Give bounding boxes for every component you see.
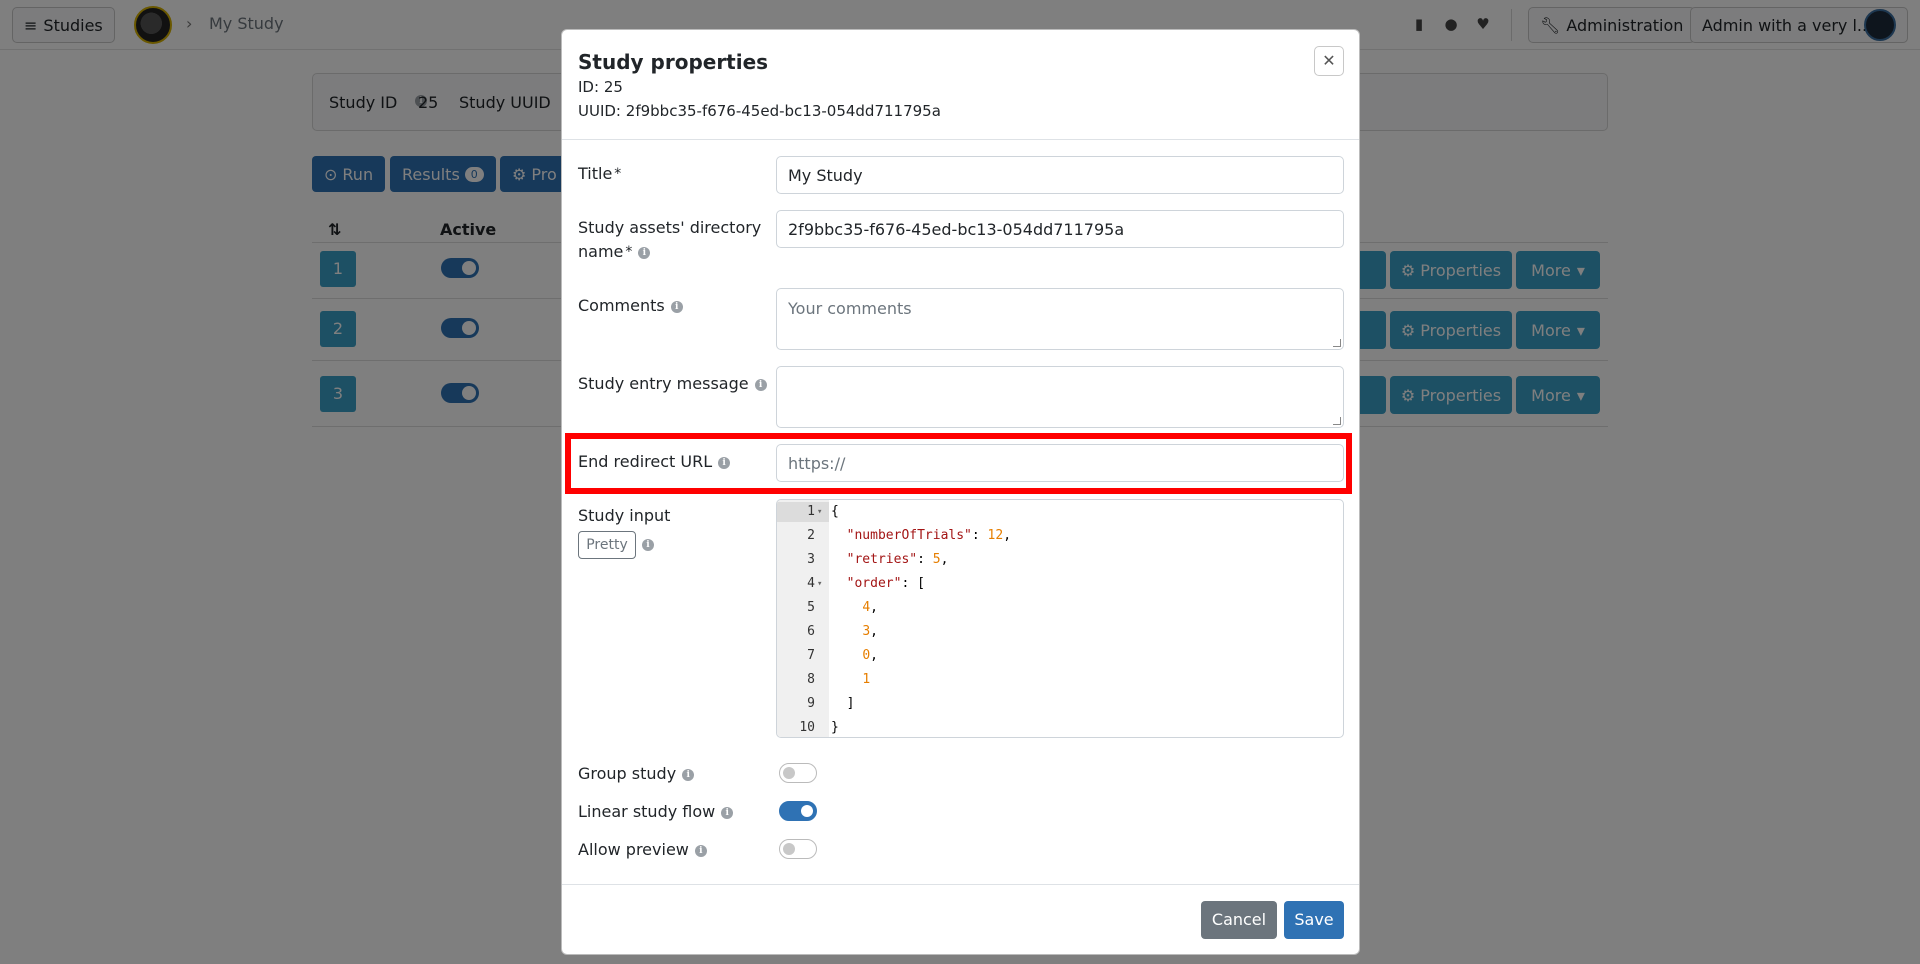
comments-textarea[interactable]: Your comments bbox=[776, 288, 1344, 350]
info-icon[interactable]: i bbox=[670, 300, 683, 313]
assets-dir-label: Study assets' directory bbox=[578, 218, 762, 237]
study-input-label: Study input bbox=[578, 506, 671, 525]
required-asterisk: * bbox=[625, 244, 633, 260]
info-icon[interactable]: i bbox=[682, 768, 695, 781]
info-icon[interactable]: i bbox=[721, 806, 734, 819]
linear-flow-label: Linear study flow i bbox=[578, 800, 734, 824]
allow-preview-toggle[interactable] bbox=[779, 839, 817, 859]
group-study-label: Group study i bbox=[578, 762, 695, 786]
highlight-box bbox=[565, 433, 1352, 494]
code-line: 2 "numberOfTrials": 12, bbox=[807, 528, 1012, 543]
comments-label: Comments i bbox=[578, 294, 683, 318]
allow-preview-label: Allow preview i bbox=[578, 838, 707, 862]
resize-handle[interactable] bbox=[1333, 339, 1341, 347]
info-icon[interactable]: i bbox=[638, 246, 651, 259]
resize-handle[interactable] bbox=[1333, 417, 1341, 425]
assets-dir-input[interactable]: 2f9bbc35-f676-45ed-bc13-054dd711795a bbox=[776, 210, 1344, 248]
group-study-toggle[interactable] bbox=[779, 763, 817, 783]
modal-title: Study properties bbox=[578, 50, 769, 74]
modal-footer: Cancel Save bbox=[562, 884, 1359, 956]
info-icon[interactable]: i bbox=[642, 539, 654, 551]
code-line: 7 0, bbox=[807, 648, 878, 663]
modal-header: Study properties ID: 25 UUID: 2f9bbc35-f… bbox=[562, 30, 1359, 140]
code-line: 3 "retries": 5, bbox=[807, 552, 949, 567]
close-icon: ✕ bbox=[1322, 51, 1336, 70]
close-button[interactable]: ✕ bbox=[1314, 46, 1344, 76]
info-icon[interactable]: i bbox=[754, 378, 767, 391]
assets-dir-label-line2: name * i bbox=[578, 240, 651, 264]
code-line: 10 } bbox=[799, 720, 839, 735]
code-line: 9 ] bbox=[807, 696, 855, 711]
fold-icon[interactable]: ▾ bbox=[817, 502, 822, 522]
title-label: Title * bbox=[578, 164, 622, 183]
save-button[interactable]: Save bbox=[1284, 901, 1344, 939]
code-line: 4 ▾ "order": [ bbox=[777, 574, 1343, 594]
linear-flow-toggle[interactable] bbox=[779, 801, 817, 821]
json-editor[interactable]: 1 ▾ { 2 "numberOfTrials": 12, 3 "retries"… bbox=[776, 499, 1344, 738]
code-line: 1 ▾ { bbox=[777, 502, 1343, 522]
title-input[interactable]: My Study bbox=[776, 156, 1344, 194]
pretty-button[interactable]: Pretty bbox=[578, 531, 636, 559]
entry-message-label: Study entry message i bbox=[578, 372, 767, 396]
code-line: 5 4, bbox=[807, 600, 878, 615]
study-uuid-line: UUID: 2f9bbc35-f676-45ed-bc13-054dd71179… bbox=[578, 102, 941, 120]
fold-icon[interactable]: ▾ bbox=[817, 574, 822, 594]
entry-message-textarea[interactable] bbox=[776, 366, 1344, 428]
required-asterisk: * bbox=[614, 166, 622, 182]
info-icon[interactable]: i bbox=[694, 844, 707, 857]
code-line: 8 1 bbox=[807, 672, 871, 687]
study-id-line: ID: 25 bbox=[578, 78, 623, 96]
code-line: 6 3, bbox=[807, 624, 878, 639]
cancel-button[interactable]: Cancel bbox=[1201, 901, 1277, 939]
